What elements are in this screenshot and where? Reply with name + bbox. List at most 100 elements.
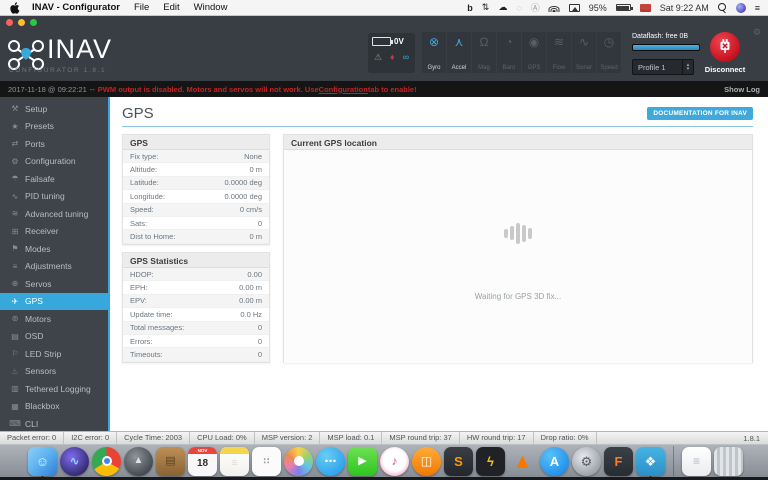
dock-icon-itunes[interactable]: ♪: [380, 446, 409, 476]
spotlight-search-icon[interactable]: [717, 3, 727, 12]
dock-icon-photos[interactable]: [284, 446, 313, 476]
row-label: Altitude:: [130, 165, 158, 175]
sidebar-item[interactable]: ⚐ LED Strip: [0, 345, 108, 363]
window-minimize-button[interactable]: [18, 19, 25, 26]
dock-icon-chrome[interactable]: [92, 446, 121, 476]
sidebar-item-icon: ⇄: [11, 139, 19, 149]
gps-statistics-title: GPS Statistics: [123, 253, 269, 268]
dock-icon-launchpad[interactable]: ▲: [124, 446, 153, 476]
dock-icon-app-store[interactable]: A: [540, 446, 569, 476]
sidebar-item[interactable]: ≡ Adjustments: [0, 258, 108, 276]
configuration-tab-link[interactable]: Configuration: [319, 85, 368, 94]
dock-icon-glyph: ▤: [165, 454, 176, 467]
dock-icon-glyph: ♪: [391, 454, 398, 468]
sidebar-item[interactable]: ★ Presets: [0, 118, 108, 136]
sensor-indicator: ∿ Sonar: [572, 32, 596, 73]
input-a-badge-icon[interactable]: Ⓐ: [531, 1, 540, 14]
dock-icon-finder[interactable]: ☺: [28, 446, 57, 479]
dock-icon-sublime-text[interactable]: S: [444, 446, 473, 476]
documentation-button[interactable]: DOCUMENTATION FOR INAV: [647, 107, 753, 120]
dock-icon-messages[interactable]: ⋯: [316, 446, 345, 476]
dock-icon-recent-documents[interactable]: ≡: [682, 446, 711, 476]
sidebar-item[interactable]: ⚑ Modes: [0, 240, 108, 258]
menubar-app-name[interactable]: INAV - Configurator: [32, 2, 120, 13]
dock-icon-vlc[interactable]: ▲: [508, 447, 537, 476]
sidebar-item[interactable]: ✈ GPS: [0, 292, 108, 310]
cloud-icon[interactable]: ☁: [498, 2, 507, 13]
apple-menu-icon[interactable]: [10, 1, 20, 14]
profile-stepper-icon[interactable]: ▲ ▼: [682, 60, 693, 74]
table-row: HDOP: 0.00: [123, 268, 269, 282]
sensor-icon: Ω: [479, 35, 489, 49]
menubar-menu-item[interactable]: File: [134, 2, 149, 13]
menubar-menu-item[interactable]: Edit: [163, 2, 179, 13]
input-source-flag-icon[interactable]: [639, 3, 651, 12]
sidebar-item-label: Motors: [25, 313, 51, 324]
dock-icon-siri[interactable]: ∿: [60, 446, 89, 476]
row-value: 0 m: [249, 232, 262, 242]
dock-icon-trash[interactable]: [714, 446, 743, 476]
sidebar-item[interactable]: ▥ Tethered Logging: [0, 380, 108, 398]
wifi-icon[interactable]: [548, 3, 560, 12]
row-value: 0.0000 deg: [224, 178, 262, 188]
macos-menubar: INAV - Configurator File Edit Window b ⇅ ☁…: [0, 0, 768, 16]
dock-icon-fusion-360[interactable]: F: [604, 446, 633, 476]
sidebar-item[interactable]: ⇄ Ports: [0, 135, 108, 153]
settings-gear-icon[interactable]: ⚙: [753, 27, 761, 38]
title-divider: [122, 126, 753, 127]
sensor-label: Baro: [502, 65, 516, 71]
sensor-label: Mag: [478, 65, 490, 71]
sidebar-item[interactable]: ⚙ Configuration: [0, 153, 108, 171]
display-mirroring-icon[interactable]: [568, 3, 580, 12]
sidebar-item-icon: ⌨: [9, 419, 21, 429]
dock-icon-books[interactable]: ◫: [412, 446, 441, 476]
disconnect-button[interactable]: [710, 32, 740, 62]
dock-icon-system-preferences[interactable]: ⚙: [572, 446, 601, 476]
profile-select[interactable]: Profile 1 ▲ ▼: [632, 59, 694, 75]
window-zoom-button[interactable]: [30, 19, 37, 26]
gps-panel-title: GPS: [123, 135, 269, 150]
sensor-label: Speed: [600, 65, 618, 71]
sidebar-item[interactable]: ⊕ Servos: [0, 275, 108, 293]
sidebar-item[interactable]: ▦ Blackbox: [0, 398, 108, 416]
sidebar-item[interactable]: ☂ Failsafe: [0, 170, 108, 188]
dock-icon[interactable]: [673, 446, 674, 476]
circle-status-icon[interactable]: ◌: [516, 3, 521, 13]
notification-center-icon[interactable]: ≡: [755, 3, 760, 13]
menubar-menu-item[interactable]: Window: [194, 2, 228, 13]
sidebar-item-label: Setup: [25, 103, 48, 114]
dock-icon-inav-configurator[interactable]: ❖: [636, 446, 665, 479]
dock-icon-yellow-bird-app[interactable]: ϟ: [476, 446, 505, 476]
row-label: Total messages:: [130, 323, 185, 333]
sidebar-item[interactable]: ♨ Sensors: [0, 363, 108, 381]
show-log-button[interactable]: Show Log: [724, 85, 760, 94]
sidebar-item-icon: ✈: [11, 296, 19, 306]
siri-icon[interactable]: [735, 2, 746, 13]
sidebar-item[interactable]: ⊚ Motors: [0, 310, 108, 328]
dock-icon-reminders[interactable]: ∷: [252, 446, 281, 476]
sensor-indicator: ◔ Baro: [497, 32, 521, 73]
sidebar-item[interactable]: ⌨ CLI: [0, 415, 108, 433]
table-row: Dist to Home: 0 m: [123, 230, 269, 244]
row-label: Longitude:: [130, 191, 166, 201]
sync-arrows-icon[interactable]: ⇅: [482, 2, 490, 13]
sensor-indicator: ⊗ Gyro: [422, 32, 446, 73]
dock-icon-glyph: ☺: [35, 453, 50, 469]
row-label: Latitude:: [130, 178, 159, 188]
sidebar-item[interactable]: ⊞ Receiver: [0, 223, 108, 241]
window-close-button[interactable]: [6, 19, 13, 26]
sidebar-item[interactable]: ∿ PID tuning: [0, 188, 108, 206]
sidebar-item[interactable]: ▤ OSD: [0, 328, 108, 346]
dock-icon-notes[interactable]: ≡: [220, 446, 249, 476]
b-status-icon[interactable]: b: [467, 3, 473, 13]
dock-icon-contacts[interactable]: ▤: [156, 446, 185, 476]
sidebar-item-label: Adjustments: [25, 261, 72, 272]
sidebar-item[interactable]: ⚒ Setup: [0, 100, 108, 118]
alert-separator: --: [89, 84, 95, 94]
dock-icon-calendar[interactable]: NOV 18: [188, 446, 217, 476]
menubar-clock[interactable]: Sat 9:22 AM: [660, 3, 709, 13]
sensor-icon: ⋏: [454, 35, 464, 49]
dock-icon-facetime[interactable]: ▶: [348, 446, 377, 476]
sidebar-item-icon: ▤: [11, 331, 19, 341]
sidebar-item[interactable]: ≋ Advanced tuning: [0, 205, 108, 223]
